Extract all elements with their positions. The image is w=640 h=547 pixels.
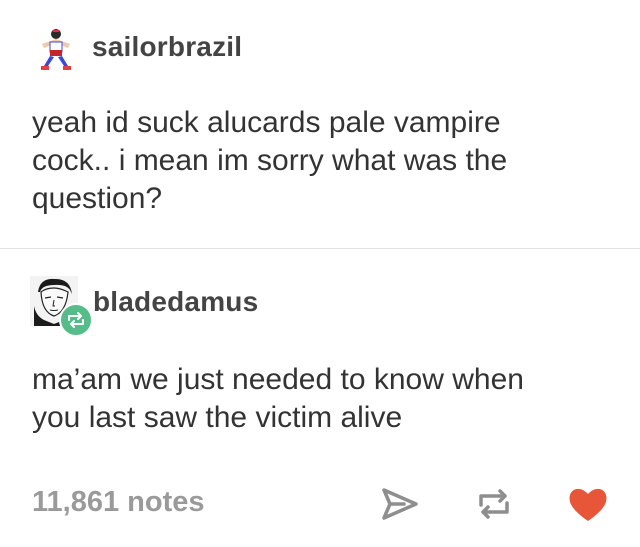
post-text: ma’am we just needed to know when you la… bbox=[32, 361, 612, 437]
username[interactable]: sailorbrazil bbox=[92, 31, 242, 63]
post-text-line: cock.. i mean im sorry what was the bbox=[32, 144, 508, 177]
reblog-button[interactable] bbox=[472, 482, 516, 526]
reblog-icon bbox=[479, 489, 509, 519]
post-text-line: yeah id suck alucards pale vampire bbox=[32, 106, 501, 139]
notes-count[interactable]: 11,861 notes bbox=[32, 486, 205, 519]
like-button[interactable] bbox=[566, 482, 610, 526]
reblog-badge-icon bbox=[68, 312, 84, 328]
post-footer: 11,861 notes bbox=[0, 470, 640, 547]
post-text-line: ma’am we just needed to know when bbox=[32, 363, 524, 396]
share-icon bbox=[382, 488, 418, 520]
share-button[interactable] bbox=[378, 482, 422, 526]
avatar[interactable] bbox=[32, 26, 80, 74]
post-text-line: you last saw the victim alive bbox=[32, 401, 403, 434]
reblog-badge bbox=[59, 303, 93, 337]
post-text-line: question? bbox=[32, 182, 163, 215]
post-sailorbrazil: sailorbrazil yeah id suck alucards pale … bbox=[0, 0, 640, 248]
post-text: yeah id suck alucards pale vampire cock.… bbox=[32, 104, 612, 218]
post-bladedamus: bladedamus ma’am we just needed to know … bbox=[0, 249, 640, 469]
heart-icon bbox=[569, 488, 607, 521]
username[interactable]: bladedamus bbox=[93, 286, 258, 318]
fighter-sprite-icon bbox=[41, 29, 71, 70]
